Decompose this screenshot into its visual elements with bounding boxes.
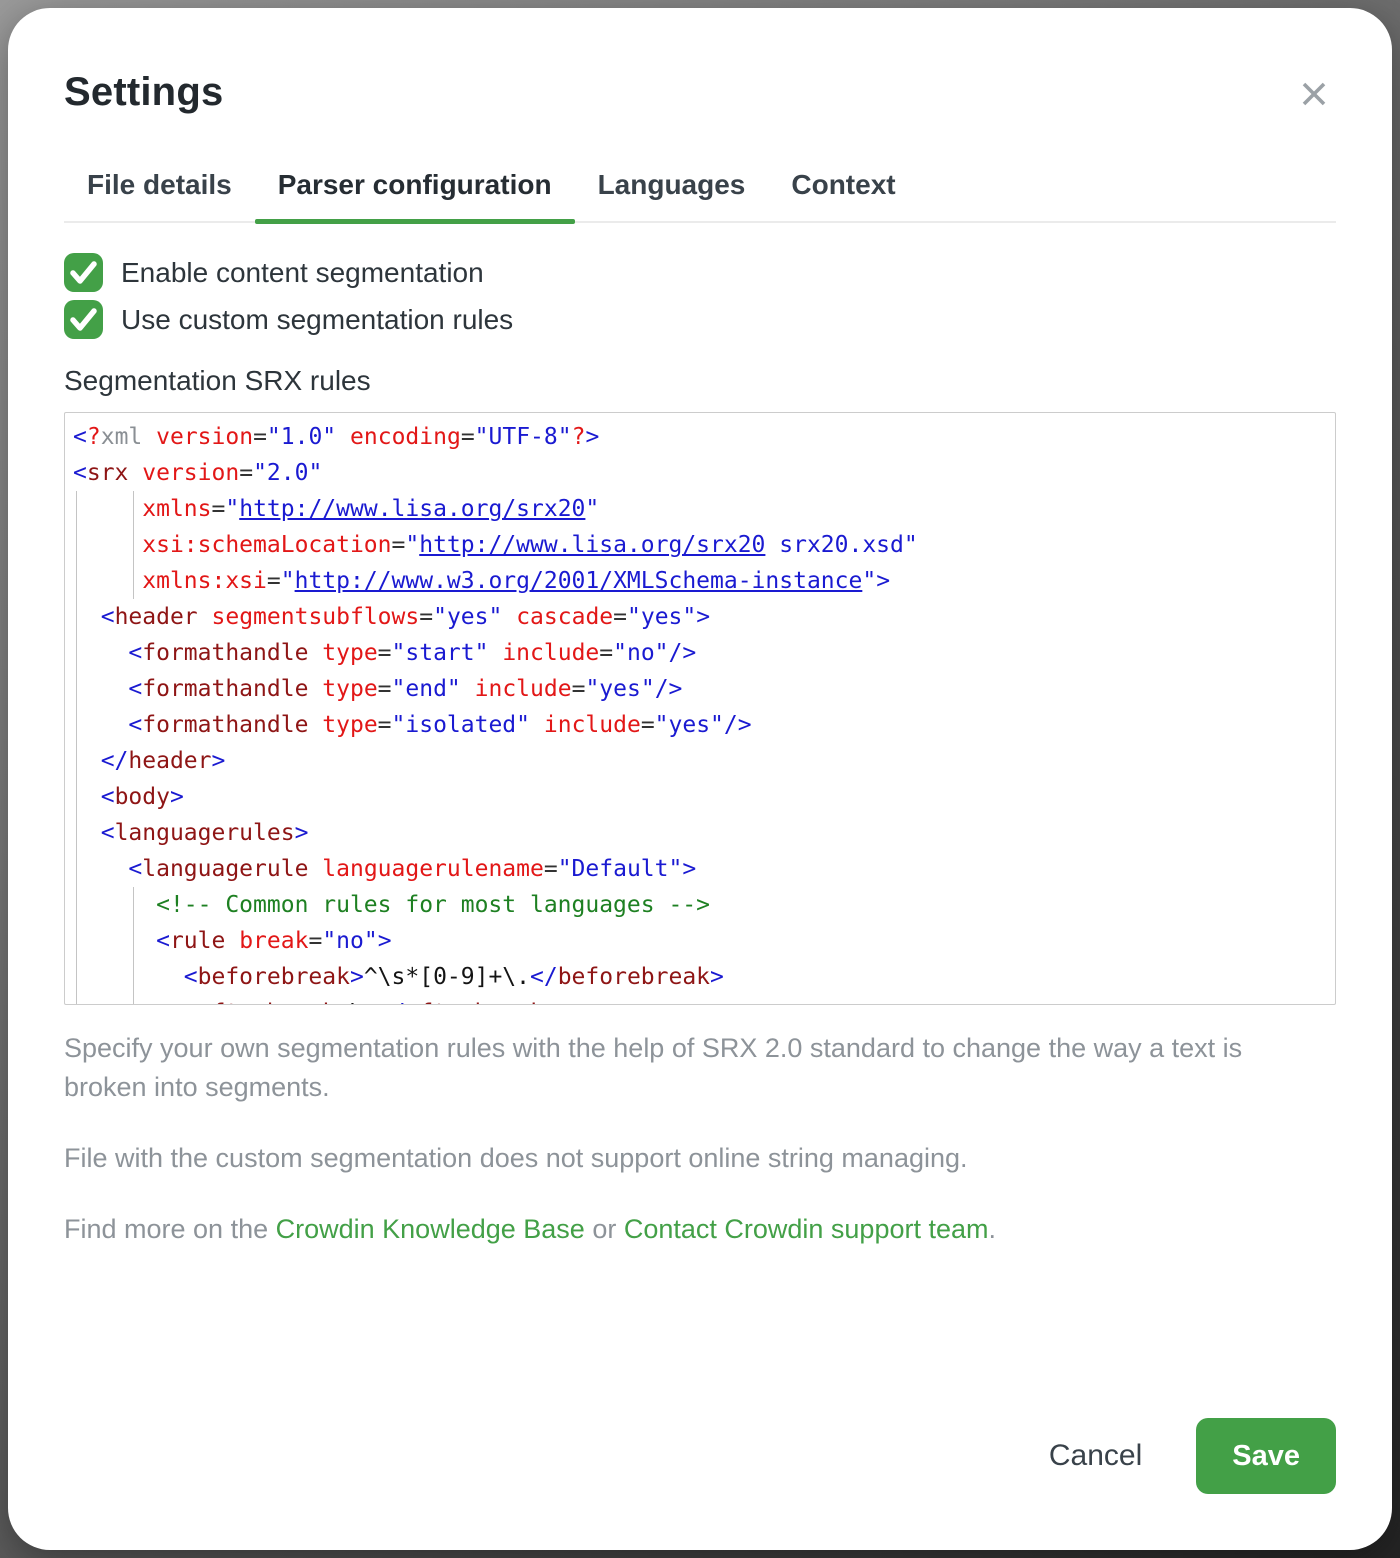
help-links-prefix: Find more on the — [64, 1214, 276, 1244]
contact-support-link[interactable]: Contact Crowdin support team — [624, 1214, 989, 1244]
indent-guide — [76, 491, 77, 1004]
checked-checkbox-icon — [64, 253, 103, 292]
tab-context[interactable]: Context — [768, 169, 918, 221]
help-links-middle: or — [585, 1214, 624, 1244]
cancel-button[interactable]: Cancel — [1049, 1439, 1142, 1473]
save-button[interactable]: Save — [1196, 1418, 1336, 1494]
checkbox-label: Use custom segmentation rules — [121, 304, 513, 336]
dialog-footer: Cancel Save — [1049, 1418, 1336, 1494]
checkbox-label: Enable content segmentation — [121, 257, 484, 289]
tab-parser-configuration[interactable]: Parser configuration — [255, 169, 575, 221]
settings-dialog: Settings File details Parser configurati… — [8, 8, 1392, 1550]
page-title: Settings — [64, 70, 223, 115]
tab-bar: File details Parser configuration Langua… — [64, 169, 1336, 223]
srx-rules-code-editor[interactable]: <?xml version="1.0" encoding="UTF-8"?><s… — [64, 412, 1336, 1005]
help-text-links: Find more on the Crowdin Knowledge Base … — [64, 1210, 1336, 1249]
code-editor-content: <?xml version="1.0" encoding="UTF-8"?><s… — [65, 413, 1335, 1005]
indent-guide — [133, 887, 134, 1004]
close-icon — [1298, 78, 1330, 110]
help-links-suffix: . — [989, 1214, 997, 1244]
tab-file-details[interactable]: File details — [64, 169, 255, 221]
close-button[interactable] — [1292, 72, 1336, 119]
help-text-srx: Specify your own segmentation rules with… — [64, 1029, 1279, 1107]
use-custom-segmentation-rules-checkbox[interactable]: Use custom segmentation rules — [64, 300, 1336, 339]
checked-checkbox-icon — [64, 300, 103, 339]
knowledge-base-link[interactable]: Crowdin Knowledge Base — [276, 1214, 585, 1244]
dialog-header: Settings — [64, 70, 1336, 119]
segmentation-rules-label: Segmentation SRX rules — [64, 365, 1336, 397]
checkbox-group: Enable content segmentation Use custom s… — [64, 253, 1336, 339]
enable-content-segmentation-checkbox[interactable]: Enable content segmentation — [64, 253, 1336, 292]
help-text-online-managing: File with the custom segmentation does n… — [64, 1139, 1336, 1178]
indent-guide — [133, 491, 134, 599]
tab-languages[interactable]: Languages — [575, 169, 769, 221]
